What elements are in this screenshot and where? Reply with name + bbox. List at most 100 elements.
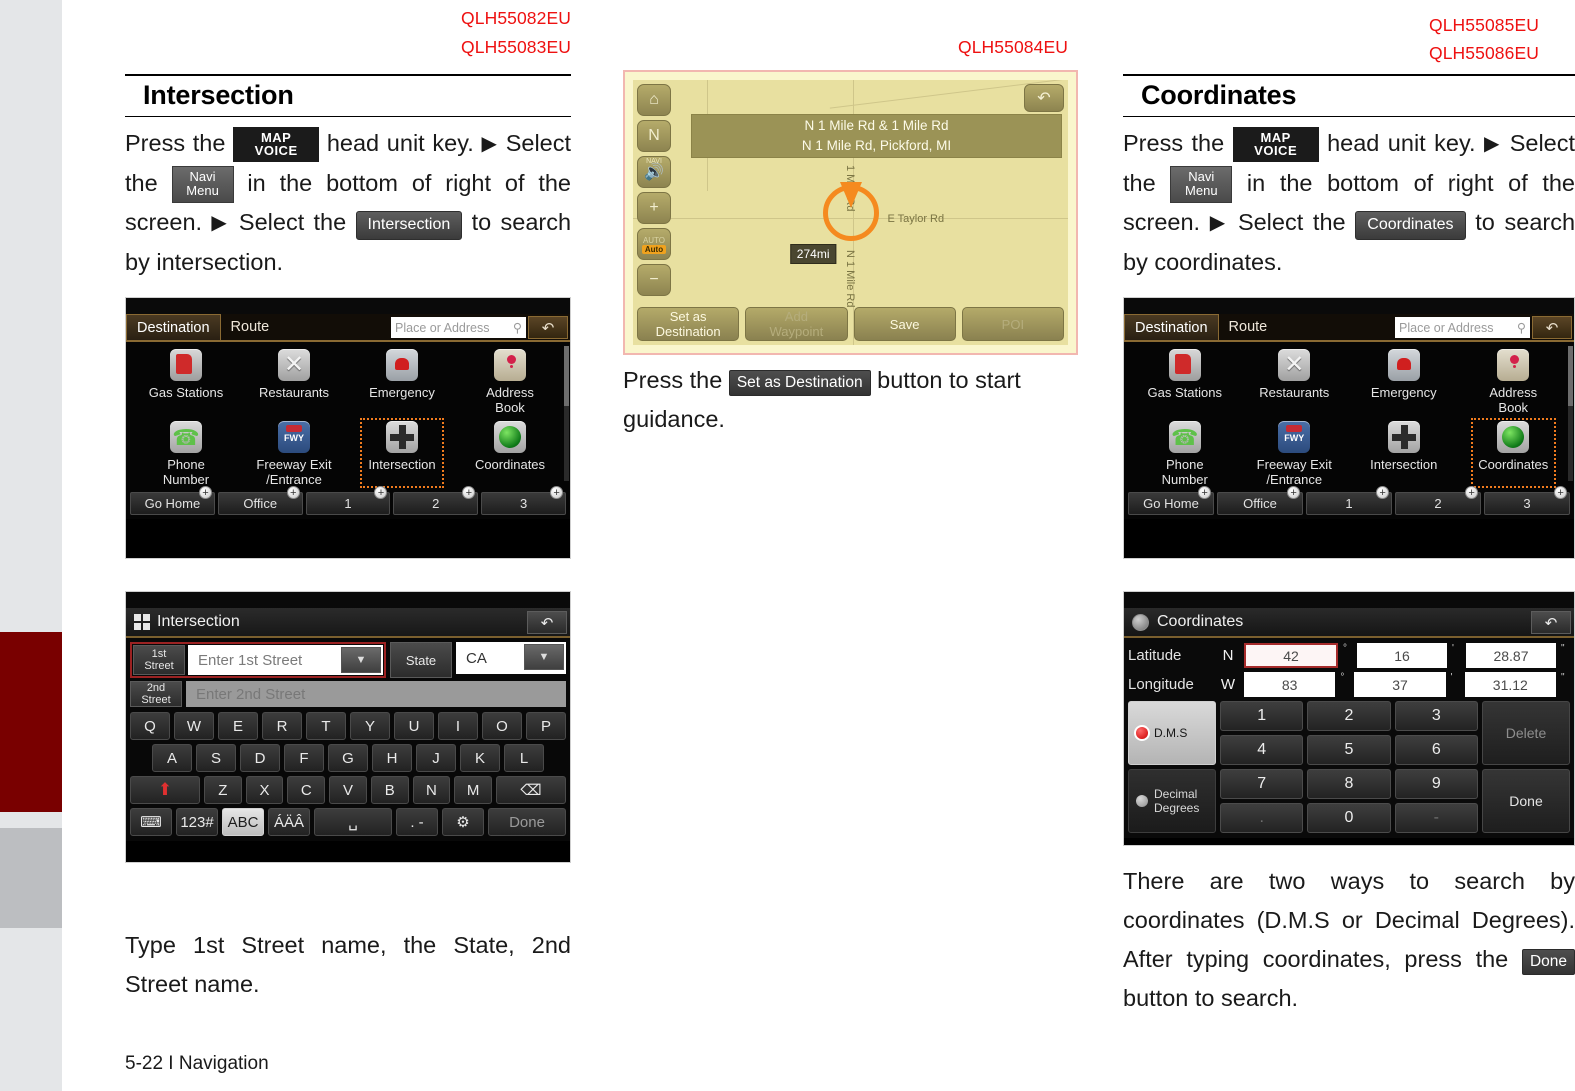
key-o[interactable]: O <box>482 712 522 740</box>
key-q[interactable]: Q <box>130 712 170 740</box>
poi-button[interactable]: POI <box>961 307 1064 341</box>
keypad-5[interactable]: 5 <box>1307 735 1391 765</box>
key-e[interactable]: E <box>218 712 258 740</box>
back-arrow-icon[interactable]: ↶ <box>1024 84 1064 112</box>
key-v[interactable]: V <box>329 776 367 804</box>
plus-icon[interactable]: + <box>286 486 300 499</box>
keypad-dot[interactable]: . <box>1220 803 1304 833</box>
keyboard-layout-icon[interactable]: ⌨ <box>130 808 172 836</box>
longitude-minutes-input[interactable]: 37 <box>1354 672 1446 697</box>
menu-item-intersection[interactable]: Intersection <box>348 418 456 490</box>
key-f[interactable]: F <box>284 744 324 772</box>
search-input[interactable]: Place or Address ⚲ <box>1395 317 1530 338</box>
plus-icon[interactable]: + <box>549 486 563 499</box>
key-s[interactable]: S <box>196 744 236 772</box>
menu-item-restaurants[interactable]: Restaurants <box>240 346 348 418</box>
menu-item-gas-stations[interactable]: Gas Stations <box>1130 346 1240 418</box>
key-w[interactable]: W <box>174 712 214 740</box>
backspace-key-icon[interactable]: ⌫ <box>496 776 566 804</box>
plus-icon[interactable]: + <box>198 486 212 499</box>
zoom-in-icon[interactable]: + <box>637 192 671 224</box>
menu-item-phone-number[interactable]: Phone Number <box>132 418 240 490</box>
key-accents-mode[interactable]: ÁÄÂ <box>268 808 310 836</box>
zoom-out-icon[interactable]: − <box>637 264 671 296</box>
tab-destination[interactable]: Destination <box>126 314 221 340</box>
latitude-direction[interactable]: N <box>1217 647 1239 664</box>
search-icon[interactable]: ⚲ <box>1517 320 1526 335</box>
back-arrow-icon[interactable]: ↶ <box>1531 611 1571 634</box>
latitude-degrees-input[interactable]: 42 <box>1244 643 1338 668</box>
plus-icon[interactable]: + <box>1198 486 1211 499</box>
home-icon[interactable]: ⌂ <box>637 84 671 116</box>
key-d[interactable]: D <box>240 744 280 772</box>
keypad-2[interactable]: 2 <box>1307 701 1391 731</box>
menu-item-intersection[interactable]: Intersection <box>1349 418 1459 490</box>
gear-icon[interactable]: ⚙ <box>442 808 484 836</box>
menu-item-phone-number[interactable]: Phone Number <box>1130 418 1240 490</box>
key-m[interactable]: M <box>454 776 493 804</box>
shortcut-2[interactable]: 2 + <box>1395 486 1481 515</box>
key-g[interactable]: G <box>328 744 368 772</box>
longitude-seconds-input[interactable]: 31.12 <box>1464 672 1556 697</box>
key-k[interactable]: K <box>460 744 500 772</box>
first-street-field-group[interactable]: 1st Street Enter 1st Street ▼ <box>130 642 386 678</box>
mode-dms[interactable]: D.M.S <box>1128 701 1216 765</box>
done-key[interactable]: Done <box>488 808 566 836</box>
done-button[interactable]: Done <box>1482 769 1570 833</box>
key-t[interactable]: T <box>306 712 346 740</box>
key-l[interactable]: L <box>504 744 544 772</box>
menu-item-coordinates[interactable]: Coordinates <box>1459 418 1569 490</box>
key-h[interactable]: H <box>372 744 412 772</box>
key-c[interactable]: C <box>287 776 326 804</box>
second-street-input[interactable]: Enter 2nd Street <box>186 681 566 707</box>
keypad-6[interactable]: 6 <box>1394 735 1478 765</box>
shortcut-office[interactable]: Office + <box>217 486 303 515</box>
map-canvas[interactable]: ⌂ N NAVI 🔊 + AUTO Auto − ↶ N 1 Mile Rd &… <box>633 80 1068 345</box>
menu-item-gas-stations[interactable]: Gas Stations <box>132 346 240 418</box>
plus-icon[interactable]: + <box>1465 486 1478 499</box>
tab-route[interactable]: Route <box>221 314 280 340</box>
key-u[interactable]: U <box>394 712 434 740</box>
menu-item-emergency[interactable]: Emergency <box>348 346 456 418</box>
tab-route[interactable]: Route <box>1219 314 1278 340</box>
chevron-down-icon[interactable]: ▼ <box>524 644 564 670</box>
menu-item-freeway-exit-entrance[interactable]: Freeway Exit /Entrance <box>240 418 348 490</box>
keypad-0[interactable]: 0 <box>1307 803 1391 833</box>
save-button[interactable]: Save <box>853 307 956 341</box>
keypad-7[interactable]: 7 <box>1220 769 1304 799</box>
first-street-input[interactable]: Enter 1st Street ▼ <box>188 645 383 675</box>
shortcut-go-home[interactable]: Go Home + <box>130 486 215 515</box>
scrollbar[interactable] <box>1568 346 1573 481</box>
key-r[interactable]: R <box>262 712 302 740</box>
keypad-9[interactable]: 9 <box>1394 769 1478 799</box>
keypad-1[interactable]: 1 <box>1220 701 1304 731</box>
menu-item-restaurants[interactable]: Restaurants <box>1240 346 1350 418</box>
plus-icon[interactable]: + <box>1287 486 1300 499</box>
longitude-degrees-input[interactable]: 83 <box>1244 672 1336 697</box>
menu-item-coordinates[interactable]: Coordinates <box>456 418 564 490</box>
shortcut-go-home[interactable]: Go Home + <box>1128 486 1214 515</box>
chevron-down-icon[interactable]: ▼ <box>341 647 381 673</box>
back-arrow-icon[interactable]: ↶ <box>1532 316 1572 339</box>
scrollbar[interactable] <box>564 346 569 481</box>
search-icon[interactable]: ⚲ <box>513 320 522 335</box>
menu-item-address-book[interactable]: Address Book <box>456 346 564 418</box>
auto-scale-button[interactable]: AUTO Auto <box>637 228 671 260</box>
plus-icon[interactable]: + <box>1554 486 1567 499</box>
shortcut-1[interactable]: 1 + <box>305 486 391 515</box>
mode-decimal-degrees[interactable]: Decimal Degrees <box>1128 769 1216 833</box>
menu-item-address-book[interactable]: Address Book <box>1459 346 1569 418</box>
shift-key-icon[interactable]: ⬆ <box>130 776 200 804</box>
key-y[interactable]: Y <box>350 712 390 740</box>
key-p[interactable]: P <box>526 712 566 740</box>
key-z[interactable]: Z <box>203 776 242 804</box>
key-j[interactable]: J <box>416 744 456 772</box>
latitude-minutes-input[interactable]: 16 <box>1357 643 1447 668</box>
back-arrow-icon[interactable]: ↶ <box>527 611 567 634</box>
key-abc-mode[interactable]: ABC <box>222 808 264 836</box>
shortcut-office[interactable]: Office + <box>1217 486 1303 515</box>
space-icon[interactable]: ␣ <box>314 808 392 836</box>
longitude-direction[interactable]: W <box>1217 676 1239 693</box>
key-x[interactable]: X <box>245 776 284 804</box>
set-as-destination-button[interactable]: Set as Destination <box>637 307 740 341</box>
